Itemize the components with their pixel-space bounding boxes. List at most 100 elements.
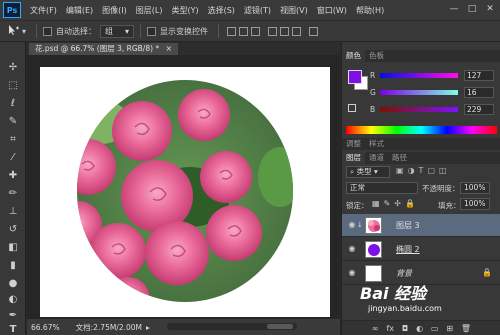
color-spectrum-bar[interactable] — [346, 126, 497, 134]
smart-filter-icon[interactable]: ◫ — [439, 166, 447, 178]
minimize-button[interactable]: — — [448, 3, 460, 15]
trash-icon[interactable]: 🗑 — [461, 324, 471, 333]
fx-icon[interactable]: fx — [386, 324, 394, 333]
color-panel-tabs: 颜色 色板 — [342, 50, 500, 62]
lock-all-icon[interactable]: 🔒 — [405, 199, 415, 208]
layer-name[interactable]: 背景 — [396, 268, 412, 279]
clone-stamp-icon[interactable]: ⊥ — [5, 204, 21, 220]
auto-select-dropdown[interactable]: 组 ▾ — [100, 24, 135, 38]
menu-filter[interactable]: 滤镜(T) — [244, 5, 271, 16]
layer-kind-filter[interactable]: ⌕ 类型 ▾ — [346, 166, 390, 178]
layer-row[interactable]: ◉ 椭圆 2 — [342, 238, 500, 261]
move-tool-icon[interactable] — [6, 24, 20, 39]
lock-transparent-icon[interactable]: ▦ — [372, 199, 380, 208]
align-right-icon[interactable] — [292, 26, 302, 36]
blend-mode-dropdown[interactable]: 正常 — [346, 182, 418, 194]
blue-value-input[interactable]: 229 — [464, 103, 494, 115]
eye-icon[interactable]: ◉ — [347, 244, 357, 254]
opacity-label: 不透明度： — [422, 184, 460, 193]
adjustment-icon[interactable]: ◐ — [416, 324, 423, 333]
rose-circle-image — [77, 80, 293, 302]
eye-icon[interactable]: ◉ — [347, 268, 357, 278]
menu-file[interactable]: 文件(F) — [30, 5, 57, 16]
link-icon[interactable]: ∞ — [372, 324, 379, 333]
tab-styles[interactable]: 样式 — [365, 138, 388, 150]
document-tab[interactable]: 花.psd @ 66.7% (图层 3, RGB/8) * × — [29, 43, 178, 55]
close-window-button[interactable]: ✕ — [484, 3, 496, 15]
foreground-color-swatch[interactable] — [348, 70, 362, 84]
align-middle-icon[interactable] — [239, 26, 249, 36]
layer-name[interactable]: 椭圆 2 — [396, 244, 420, 255]
quick-select-icon[interactable]: ✎ — [5, 114, 21, 130]
tab-channels[interactable]: 通道 — [365, 152, 388, 164]
healing-brush-icon[interactable]: ✚ — [5, 168, 21, 184]
marquee-tool-icon[interactable]: ⬚ — [5, 78, 21, 94]
mask-icon[interactable]: ◘ — [402, 324, 408, 333]
menu-view[interactable]: 视图(V) — [280, 5, 308, 16]
dodge-tool-icon[interactable]: ◐ — [5, 292, 21, 308]
eye-icon[interactable]: ◉ — [347, 220, 357, 230]
document-tab-bar: 花.psd @ 66.7% (图层 3, RGB/8) * × — [27, 42, 340, 55]
align-top-icon[interactable] — [227, 26, 237, 36]
menu-edit[interactable]: 编辑(E) — [66, 5, 93, 16]
lock-image-icon[interactable]: ✎ — [384, 199, 391, 208]
eraser-tool-icon[interactable]: ◧ — [5, 240, 21, 256]
baidu-watermark: Bai 经验 jingyan.baidu.com — [352, 280, 472, 320]
tab-adjustments[interactable]: 调整 — [342, 138, 365, 150]
close-tab-icon[interactable]: × — [166, 44, 172, 53]
crop-tool-icon[interactable]: ⌗ — [5, 132, 21, 148]
menu-help[interactable]: 帮助(H) — [356, 5, 384, 16]
document-tab-title: 花.psd @ 66.7% (图层 3, RGB/8) * — [35, 44, 160, 53]
menu-window[interactable]: 窗口(W) — [317, 5, 347, 16]
blur-tool-icon[interactable]: ● — [5, 276, 21, 292]
menu-select[interactable]: 选择(S) — [208, 5, 235, 16]
tab-swatches[interactable]: 色板 — [365, 50, 388, 62]
lock-position-icon[interactable]: ✢ — [394, 199, 401, 208]
opacity-input[interactable]: 100% — [460, 182, 490, 194]
document-canvas[interactable] — [40, 67, 330, 317]
new-layer-icon[interactable]: ⊞ — [446, 324, 453, 333]
folder-icon[interactable]: ▭ — [431, 324, 439, 333]
align-center-icon[interactable] — [280, 26, 290, 36]
clip-arrow-icon: ↓ — [357, 221, 363, 229]
tab-color[interactable]: 颜色 — [342, 50, 365, 62]
web-color-warning-icon[interactable] — [348, 104, 356, 112]
menu-layer[interactable]: 图层(L) — [136, 5, 163, 16]
pixel-filter-icon[interactable]: ▣ — [396, 166, 404, 178]
shape-filter-icon[interactable]: ▢ — [427, 166, 435, 178]
red-value-input[interactable]: 127 — [464, 69, 494, 81]
adjust-filter-icon[interactable]: ◑ — [408, 166, 415, 178]
type-tool-icon[interactable]: T — [5, 322, 21, 335]
restore-button[interactable]: □ — [466, 3, 478, 15]
green-value-input[interactable]: 16 — [464, 86, 494, 98]
horizontal-scrollbar[interactable] — [167, 323, 297, 330]
lasso-tool-icon[interactable]: ℓ — [5, 96, 21, 112]
layer-name[interactable]: 图层 3 — [396, 220, 420, 231]
tab-paths[interactable]: 路径 — [388, 152, 411, 164]
auto-select-checkbox[interactable] — [43, 26, 53, 36]
watermark-text: Bai 经验 — [360, 284, 427, 303]
fill-input[interactable]: 100% — [460, 198, 490, 210]
tab-layers[interactable]: 图层 — [342, 152, 365, 164]
gradient-tool-icon[interactable]: ▮ — [5, 258, 21, 274]
zoom-level[interactable]: 66.67% — [31, 323, 60, 332]
show-transform-checkbox[interactable] — [147, 26, 157, 36]
layer-row-selected[interactable]: ◉ ↓ 图层 3 — [342, 214, 500, 237]
green-slider[interactable] — [380, 89, 458, 95]
red-slider[interactable] — [380, 72, 458, 78]
scroll-thumb[interactable] — [267, 324, 293, 329]
distribute-icon[interactable] — [309, 26, 319, 36]
brush-tool-icon[interactable]: ✏ — [5, 186, 21, 202]
blue-slider[interactable] — [380, 106, 458, 112]
status-arrow-icon[interactable]: ▸ — [146, 323, 150, 332]
align-left-icon[interactable] — [268, 26, 278, 36]
history-brush-icon[interactable]: ↺ — [5, 222, 21, 238]
lock-label: 锁定： — [346, 201, 369, 210]
menu-image[interactable]: 图像(I) — [102, 5, 127, 16]
eyedropper-icon[interactable]: ⁄ — [5, 150, 21, 166]
move-tool-icon[interactable]: ✢ — [5, 60, 21, 76]
align-bottom-icon[interactable] — [251, 26, 261, 36]
tool-preset-caret-icon[interactable]: ▾ — [22, 27, 26, 36]
menu-type[interactable]: 类型(Y) — [171, 5, 198, 16]
type-filter-icon[interactable]: T — [419, 166, 424, 178]
